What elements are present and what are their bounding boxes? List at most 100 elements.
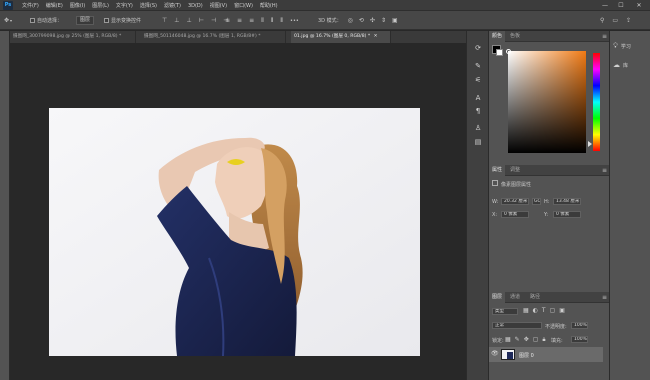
menu-file[interactable]: 文件(F) xyxy=(22,2,39,9)
layer-name[interactable]: 图层 0 xyxy=(519,352,534,359)
show-transform-toggle[interactable]: 显示变换控件 xyxy=(104,11,141,30)
close-window-button[interactable]: ✕ xyxy=(632,0,646,11)
layer-filter-icons: ▦ ◐ T ▢ ▣ xyxy=(523,307,565,314)
tab-document-1[interactable]: 摄图网_300799098.jpg @ 25% (图层 1, RGB/8) * xyxy=(10,31,136,43)
link-dimensions-button[interactable]: GO xyxy=(532,198,541,205)
tab-adjustments[interactable]: 调整 xyxy=(507,165,523,176)
libraries-panel-button[interactable]: ☁ 库 xyxy=(613,58,628,72)
blend-mode-dropdown[interactable]: 正常 xyxy=(492,322,542,329)
move-tool-icon[interactable]: ✥ ▾ xyxy=(4,11,12,30)
distribute-hcenter-icon[interactable]: ⦀ xyxy=(271,11,274,30)
3d-slide-icon[interactable]: ⇕ xyxy=(381,11,386,30)
brush-icon[interactable]: ✎ xyxy=(472,61,484,71)
width-label: W: xyxy=(492,199,499,205)
lock-image-icon[interactable]: ✎ xyxy=(515,336,520,344)
clone-source-icon[interactable]: ♙ xyxy=(472,123,484,133)
lock-transparent-icon[interactable]: ▦ xyxy=(505,336,511,344)
distribute-vcenter-icon[interactable]: ≡ xyxy=(237,11,242,30)
auto-select-checkbox[interactable] xyxy=(30,18,35,23)
menu-select[interactable]: 选择(S) xyxy=(140,2,157,9)
workspace-icon[interactable]: ▭ xyxy=(612,11,618,30)
filter-adjust-icon[interactable]: ◐ xyxy=(533,307,538,314)
visibility-eye-icon[interactable]: 👁︎ xyxy=(491,350,499,357)
libraries-label: 库 xyxy=(623,62,629,69)
more-options-button[interactable]: ••• xyxy=(290,11,299,30)
layer-row[interactable]: 👁︎ 图层 0 xyxy=(489,347,603,362)
paragraph-icon[interactable]: ¶ xyxy=(472,106,484,116)
glyphs-icon[interactable]: ▤ xyxy=(472,137,484,147)
brush-settings-icon[interactable]: ⚟ xyxy=(472,75,484,85)
align-vcenter-icon[interactable]: ⊥ xyxy=(174,11,179,30)
opacity-field[interactable]: 100% xyxy=(571,322,588,329)
filter-smart-icon[interactable]: ▣ xyxy=(559,307,565,314)
distribute-top-icon[interactable]: ≡ xyxy=(225,11,230,30)
woman-photo xyxy=(49,108,420,356)
auto-select-dropdown[interactable]: 图层 xyxy=(76,16,95,25)
tab-paths[interactable]: 路径 xyxy=(527,292,543,303)
3d-scale-icon[interactable]: ▣ xyxy=(392,11,398,30)
tab-close-icon[interactable]: ✕ xyxy=(374,34,378,39)
auto-select-toggle[interactable]: 自动选择： xyxy=(30,11,62,30)
menu-view[interactable]: 视图(V) xyxy=(210,2,227,9)
filter-type-icon[interactable]: T xyxy=(542,307,546,314)
align-top-icon[interactable]: ⊤ xyxy=(162,11,167,30)
hue-slider[interactable] xyxy=(593,53,600,151)
tab-document-2[interactable]: 摄图网_501146048.jpg @ 16.7% (图层 1, RGB/8#)… xyxy=(141,31,286,43)
history-icon[interactable]: ⟳ xyxy=(472,43,484,53)
share-icon[interactable]: ⇪ xyxy=(626,11,631,30)
3d-pan-icon[interactable]: ✣ xyxy=(370,11,375,30)
hue-slider-handle[interactable] xyxy=(588,141,592,147)
align-bottom-icon[interactable]: ⊥ xyxy=(186,11,191,30)
show-transform-label: 显示变换控件 xyxy=(111,18,142,24)
color-picker-handle[interactable] xyxy=(506,49,511,54)
layers-menu-icon[interactable]: ≡ xyxy=(602,292,607,303)
panel-menu-icon[interactable]: ≡ xyxy=(602,31,607,42)
layers-panel-header: 图层 通道 路径 ≡ xyxy=(489,292,610,303)
lock-artboard-icon[interactable]: ▢ xyxy=(533,336,539,344)
filter-pixel-icon[interactable]: ▦ xyxy=(523,307,529,314)
align-left-icon[interactable]: ⊢ xyxy=(199,11,204,30)
color-field[interactable] xyxy=(508,51,586,153)
distribute-left-icon[interactable]: ⦀ xyxy=(261,11,264,30)
menu-layer[interactable]: 图层(L) xyxy=(92,2,109,9)
character-icon[interactable]: A xyxy=(472,93,484,103)
3d-orbit-icon[interactable]: ◎ xyxy=(348,11,353,30)
x-field[interactable]: 0 像素 xyxy=(501,211,529,218)
fill-field[interactable]: 100% xyxy=(571,336,588,343)
menu-type[interactable]: 文字(Y) xyxy=(116,2,133,9)
menu-window[interactable]: 窗口(W) xyxy=(234,2,253,9)
background-color-swatch[interactable] xyxy=(496,49,503,56)
tab-color[interactable]: 颜色 xyxy=(489,31,506,42)
tab-channels[interactable]: 通道 xyxy=(507,292,523,303)
y-field[interactable]: 0 像素 xyxy=(553,211,581,218)
tab-layers[interactable]: 图层 xyxy=(489,292,506,303)
distribute-right-icon[interactable]: ⦀ xyxy=(280,11,283,30)
search-icon[interactable]: ⚲ xyxy=(600,11,604,30)
lock-position-icon[interactable]: ✥ xyxy=(524,336,529,344)
tab-swatches[interactable]: 色板 xyxy=(507,31,523,42)
properties-menu-icon[interactable]: ≡ xyxy=(602,165,607,176)
maximize-button[interactable]: ☐ xyxy=(614,0,628,11)
show-transform-checkbox[interactable] xyxy=(104,18,109,23)
menu-edit[interactable]: 编辑(E) xyxy=(46,2,63,9)
document-image[interactable] xyxy=(49,108,420,356)
menu-3d[interactable]: 3D(D) xyxy=(188,3,203,9)
align-hcenter-icon[interactable]: ⊣ xyxy=(211,11,216,30)
layer-filter-dropdown[interactable]: 类型 xyxy=(492,308,518,315)
tab-document-3[interactable]: 01.jpg @ 16.7% (图层 0, RGB/8) * ✕ xyxy=(291,31,391,43)
lock-label: 锁定: xyxy=(492,338,504,344)
width-field[interactable]: 20.32 厘米 xyxy=(501,198,529,205)
minimize-button[interactable]: — xyxy=(598,0,612,11)
height-label: H: xyxy=(544,199,550,205)
learn-panel-button[interactable]: 💡︎ 学习 xyxy=(613,39,631,53)
filter-shape-icon[interactable]: ▢ xyxy=(550,307,556,314)
menu-filter[interactable]: 滤镜(T) xyxy=(164,2,181,9)
3d-roll-icon[interactable]: ⟲ xyxy=(359,11,364,30)
height-field[interactable]: 13.48 厘米 xyxy=(553,198,581,205)
menu-image[interactable]: 图像(I) xyxy=(70,2,85,9)
menu-help[interactable]: 帮助(H) xyxy=(260,2,278,9)
layer-thumbnail xyxy=(501,349,515,360)
lock-all-icon[interactable]: 🔒︎ xyxy=(542,336,545,344)
tab-properties[interactable]: 属性 xyxy=(489,165,506,176)
distribute-bottom-icon[interactable]: ≡ xyxy=(249,11,254,30)
